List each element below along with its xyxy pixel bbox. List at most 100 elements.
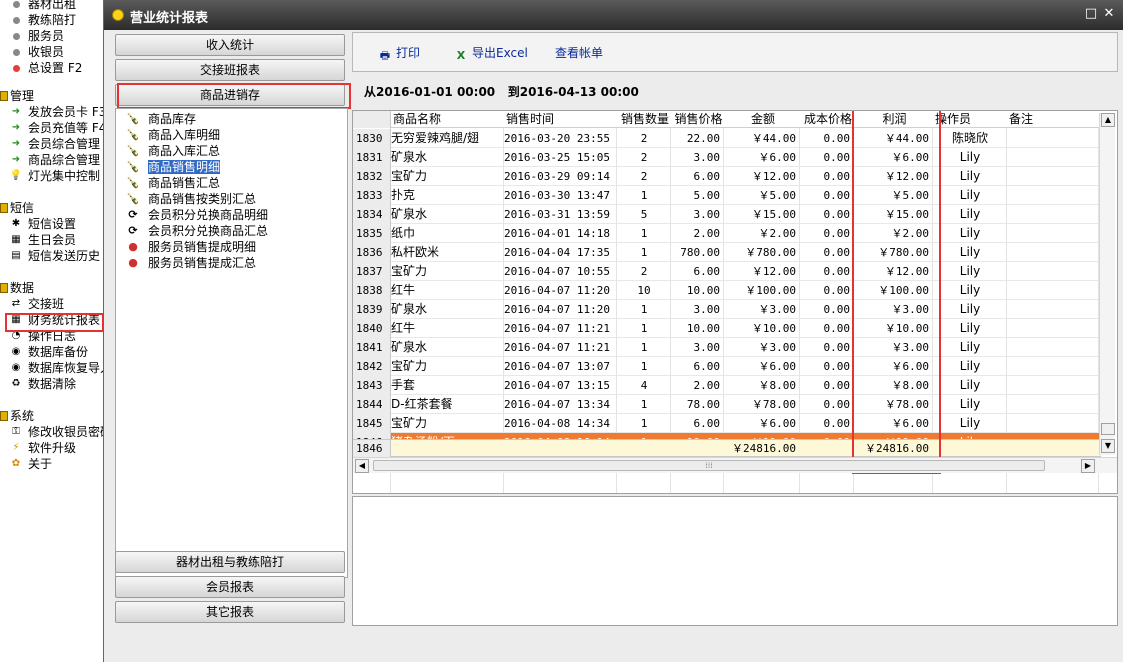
cell-id: 1836 xyxy=(353,243,391,262)
column-header[interactable]: 商品名称 xyxy=(391,111,504,128)
tree-item[interactable]: ◉ 数据库恢复导入 xyxy=(12,360,104,376)
report-list-item[interactable]: 🍾 商品入库明细 xyxy=(126,127,220,143)
cell-op: Lily xyxy=(959,359,981,373)
report-list-item[interactable]: 🍾 商品销售汇总 xyxy=(126,175,220,191)
cell-qty: 1 xyxy=(640,227,648,240)
tree-item[interactable]: ◔ 操作日志 xyxy=(12,328,77,344)
report-list-item[interactable]: 🍾 商品库存 xyxy=(126,111,196,127)
other-report-button[interactable]: 其它报表 xyxy=(115,601,345,623)
tree-item[interactable]: ➜ 会员充值等 F4 xyxy=(12,120,104,136)
tree-group[interactable]: 数据 xyxy=(0,280,34,296)
tree-item[interactable]: ✱ 短信设置 xyxy=(12,216,76,232)
table-row[interactable]: 1831 矿泉水 2016-03-25 15:05 2 3.00 ￥6.00 0.00 ￥6.… xyxy=(353,148,1101,167)
report-list-item[interactable]: 🍾 商品入库汇总 xyxy=(126,143,220,159)
vertical-scrollbar[interactable]: ▲ ▼ xyxy=(1099,113,1115,455)
cell-cost: 0.00 xyxy=(823,246,851,259)
column-header[interactable]: 销售价格 xyxy=(671,111,724,128)
tree-item[interactable]: 器材出租 xyxy=(12,0,76,12)
column-header[interactable]: 成本价格 xyxy=(800,111,854,128)
scroll-left-icon[interactable]: ◀ xyxy=(355,459,369,473)
tree-item-label: 操作日志 xyxy=(28,329,77,343)
database-icon: ◉ xyxy=(11,362,21,373)
tree-item[interactable]: ◉ 数据库备份 xyxy=(12,344,88,360)
table-row[interactable]: 1832 宝矿力 2016-03-29 09:14 2 6.00 ￥12.00 0.00 ￥1… xyxy=(353,167,1101,186)
table-row[interactable]: 1833 扑克 2016-03-30 13:47 1 5.00 ￥5.00 0.00 ￥5.0… xyxy=(353,186,1101,205)
column-header[interactable]: 备注 xyxy=(1007,111,1099,128)
table-row[interactable]: 1838 红牛 2016-04-07 11:20 10 10.00 ￥100.00 0.00… xyxy=(353,281,1101,300)
cell-cost: 0.00 xyxy=(823,379,851,392)
table-row[interactable]: 1837 宝矿力 2016-04-07 10:55 2 6.00 ￥12.00 0.00 ￥1… xyxy=(353,262,1101,281)
report-list-item[interactable]: ⟳ 会员积分兑换商品明细 xyxy=(128,207,268,223)
report-list-item[interactable]: 🍾 商品销售按类别汇总 xyxy=(126,191,256,207)
table-row[interactable]: 1843 手套 2016-04-07 13:15 4 2.00 ￥8.00 0.00 ￥8.0… xyxy=(353,376,1101,395)
tree-item[interactable]: 教练陪打 xyxy=(12,12,77,28)
tree-item[interactable]: ⚿ 修改收银员密码 xyxy=(12,424,104,440)
cell-cost: 0.00 xyxy=(823,170,851,183)
tree-item[interactable]: ➜ 发放会员卡 F3 xyxy=(12,104,104,120)
tree-item[interactable]: ♻ 数据清除 xyxy=(12,376,77,392)
print-button[interactable]: 🖶 打印 xyxy=(377,45,421,62)
equipment-rental-button[interactable]: 器材出租与教练陪打 xyxy=(115,551,345,573)
table-row[interactable]: 1839 矿泉水 2016-04-07 11:20 1 3.00 ￥3.00 0.00 ￥3.… xyxy=(353,300,1101,319)
table-row[interactable]: 1836 私杆欧米 2016-04-04 17:35 1 780.00 ￥780.00 0.… xyxy=(353,243,1101,262)
tree-item[interactable]: ▦ 财务统计报表 xyxy=(11,312,100,328)
scroll-down-icon[interactable]: ▼ xyxy=(1101,439,1115,453)
tree-item-label: 教练陪打 xyxy=(28,13,77,27)
report-list-item[interactable]: 🍾 商品销售明细 xyxy=(126,159,221,175)
tree-item[interactable]: ➜ 会员综合管理 xyxy=(12,136,100,152)
tree-group[interactable]: 系统 xyxy=(0,408,34,424)
tree-item[interactable]: ⚡ 软件升级 xyxy=(12,440,76,456)
log-icon: ◔ xyxy=(11,330,21,341)
print-label: 打印 xyxy=(396,46,421,60)
cell-amount: ￥3.00 xyxy=(758,303,797,316)
tree-group[interactable]: 管理 xyxy=(0,88,34,104)
table-row[interactable]: 1834 矿泉水 2016-03-31 13:59 5 3.00 ￥15.00 0.00 ￥1… xyxy=(353,205,1101,224)
exchange-icon: ⟳ xyxy=(128,224,138,237)
tree-item[interactable]: 💡 灯光集中控制 xyxy=(10,168,100,184)
report-list-item[interactable]: ● 服务员销售提成明细 xyxy=(128,239,256,255)
shift-report-button[interactable]: 交接班报表 xyxy=(115,59,345,81)
tree-item-label: 会员充值等 F4 xyxy=(28,121,104,135)
table-row[interactable]: 1845 宝矿力 2016-04-08 14:34 1 6.00 ￥6.00 0.00 ￥6.… xyxy=(353,414,1101,433)
tree-item[interactable]: ▤ 短信发送历史 xyxy=(11,248,100,264)
report-list-item[interactable]: ⟳ 会员积分兑换商品汇总 xyxy=(128,223,268,239)
tree-item[interactable]: ➜ 商品综合管理 xyxy=(12,152,100,168)
scroll-up-icon[interactable]: ▲ xyxy=(1101,113,1115,127)
tree-item[interactable]: 总设置 F2 xyxy=(12,60,82,76)
column-header[interactable]: 销售时间 xyxy=(504,111,617,128)
scroll-thumb[interactable] xyxy=(1101,423,1115,435)
scroll-right-icon[interactable]: ▶ xyxy=(1081,459,1095,473)
close-icon[interactable]: ✕ xyxy=(1102,6,1116,22)
tree-item[interactable]: ▦ 生日会员 xyxy=(11,232,76,248)
column-header[interactable]: 金额 xyxy=(724,111,800,128)
tree-item[interactable]: 服务员 xyxy=(12,28,64,44)
member-report-button[interactable]: 会员报表 xyxy=(115,576,345,598)
column-header[interactable]: 操作员 xyxy=(933,111,1007,128)
cell-profit: ￥15.00 xyxy=(884,208,929,221)
column-header[interactable]: 销售数量 xyxy=(617,111,671,128)
inventory-report-button[interactable]: 商品进销存 xyxy=(115,84,345,106)
hscroll-thumb[interactable]: ⁞⁞⁞ xyxy=(373,460,1045,471)
tree-group[interactable]: 短信 xyxy=(0,200,34,216)
income-stats-button[interactable]: 收入统计 xyxy=(115,34,345,56)
tree-group-label: 管理 xyxy=(10,89,35,103)
horizontal-scrollbar[interactable]: ◀ ⁞⁞⁞ ▶ xyxy=(353,457,1117,473)
cell-name: D-红茶套餐 xyxy=(391,397,453,411)
report-list-item[interactable]: ● 服务员销售提成汇总 xyxy=(128,255,256,271)
column-header[interactable]: 利润 xyxy=(854,111,933,128)
table-row[interactable]: 1841 矿泉水 2016-04-07 11:21 1 3.00 ￥3.00 0.00 ￥3.… xyxy=(353,338,1101,357)
table-row[interactable]: 1844 D-红茶套餐 2016-04-07 13:34 1 78.00 ￥78.00 0.… xyxy=(353,395,1101,414)
table-row[interactable]: 1830 无穷爱辣鸡腿/翅 2016-03-20 23:55 2 22.00 ￥44.00… xyxy=(353,129,1101,148)
table-row[interactable]: 1835 纸巾 2016-04-01 14:18 1 2.00 ￥2.00 0.00 ￥2.0… xyxy=(353,224,1101,243)
tree-item[interactable]: 收银员 xyxy=(12,44,64,60)
cell-note xyxy=(1007,395,1099,414)
goods-icon: 🍾 xyxy=(126,144,140,157)
table-row[interactable]: 1840 红牛 2016-04-07 11:21 1 10.00 ￥10.00 0.00 ￥1… xyxy=(353,319,1101,338)
tree-item[interactable]: ✿ 关于 xyxy=(12,456,52,472)
export-excel-button[interactable]: X 导出Excel xyxy=(453,45,528,62)
table-row[interactable]: 1842 宝矿力 2016-04-07 13:07 1 6.00 ￥6.00 0.00 ￥6.… xyxy=(353,357,1101,376)
maximize-icon[interactable]: □ xyxy=(1084,6,1098,22)
tree-item[interactable]: ⇄ 交接班 xyxy=(12,296,64,312)
view-bill-button[interactable]: 查看帐单 xyxy=(555,45,603,61)
detail-panel xyxy=(352,496,1118,626)
